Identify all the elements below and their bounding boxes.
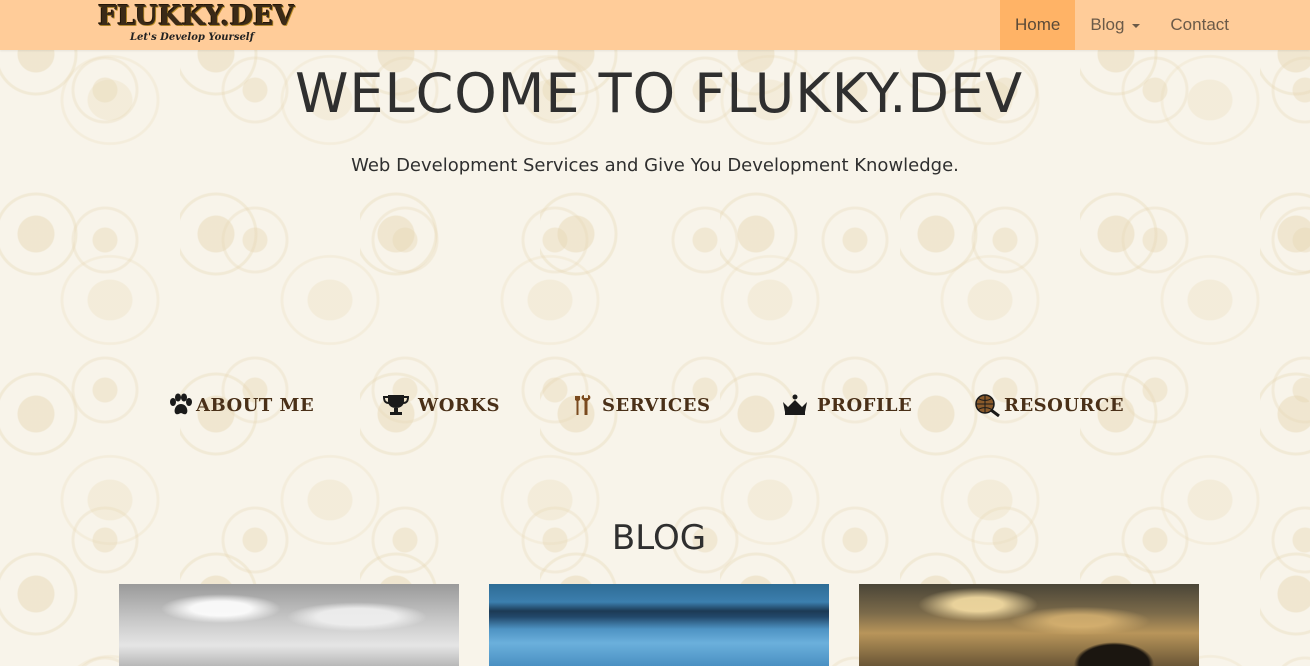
blog-heading: BLOG: [611, 518, 707, 558]
section-link-profile[interactable]: PROFILE: [781, 390, 912, 420]
blog-card-image[interactable]: [859, 584, 1199, 666]
nav-item-home[interactable]: Home: [1000, 0, 1076, 50]
section-link-services[interactable]: SERVICES: [572, 390, 710, 420]
section-nav: ABOUT ME WORKS SERVICES PROFILE RESOURCE: [0, 390, 1310, 420]
section-link-label: SERVICES: [602, 394, 711, 416]
nav-item-label: Contact: [1170, 15, 1229, 34]
navbar: FLUKKY.DEV Let's Develop Yourself Home B…: [0, 0, 1310, 50]
blog-card-image[interactable]: [489, 584, 829, 666]
nav-item-label: Home: [1015, 15, 1061, 34]
section-link-label: ABOUT ME: [196, 394, 315, 416]
hero-subtitle: Web Development Services and Give You De…: [351, 155, 959, 176]
crown-icon: [781, 393, 809, 417]
section-link-label: PROFILE: [817, 394, 913, 416]
brand-logo[interactable]: FLUKKY.DEV Let's Develop Yourself: [98, 0, 295, 50]
nav-links: Home Blog Contact: [1000, 0, 1244, 50]
section-link-works[interactable]: WORKS: [382, 390, 500, 420]
tools-icon: [572, 393, 600, 417]
paw-icon: [168, 393, 194, 417]
nav-item-contact[interactable]: Contact: [1155, 0, 1244, 50]
globe-search-icon: [974, 393, 1002, 417]
section-link-resource[interactable]: RESOURCE: [974, 390, 1124, 420]
nav-item-blog[interactable]: Blog: [1075, 0, 1155, 50]
blog-card-image[interactable]: [119, 584, 459, 666]
hero-title: WELCOME TO FLUKKY.DEV: [294, 62, 1024, 125]
nav-item-label: Blog: [1090, 15, 1125, 34]
brand-tagline: Let's Develop Yourself: [130, 32, 254, 43]
tree-silhouette: [1059, 634, 1169, 666]
section-link-label: RESOURCE: [1004, 394, 1125, 416]
section-link-label: WORKS: [418, 394, 500, 416]
brand-title: FLUKKY.DEV: [98, 1, 295, 32]
trophy-icon: [382, 393, 410, 417]
section-link-about-me[interactable]: ABOUT ME: [168, 390, 314, 420]
caret-down-icon: [1132, 24, 1141, 28]
